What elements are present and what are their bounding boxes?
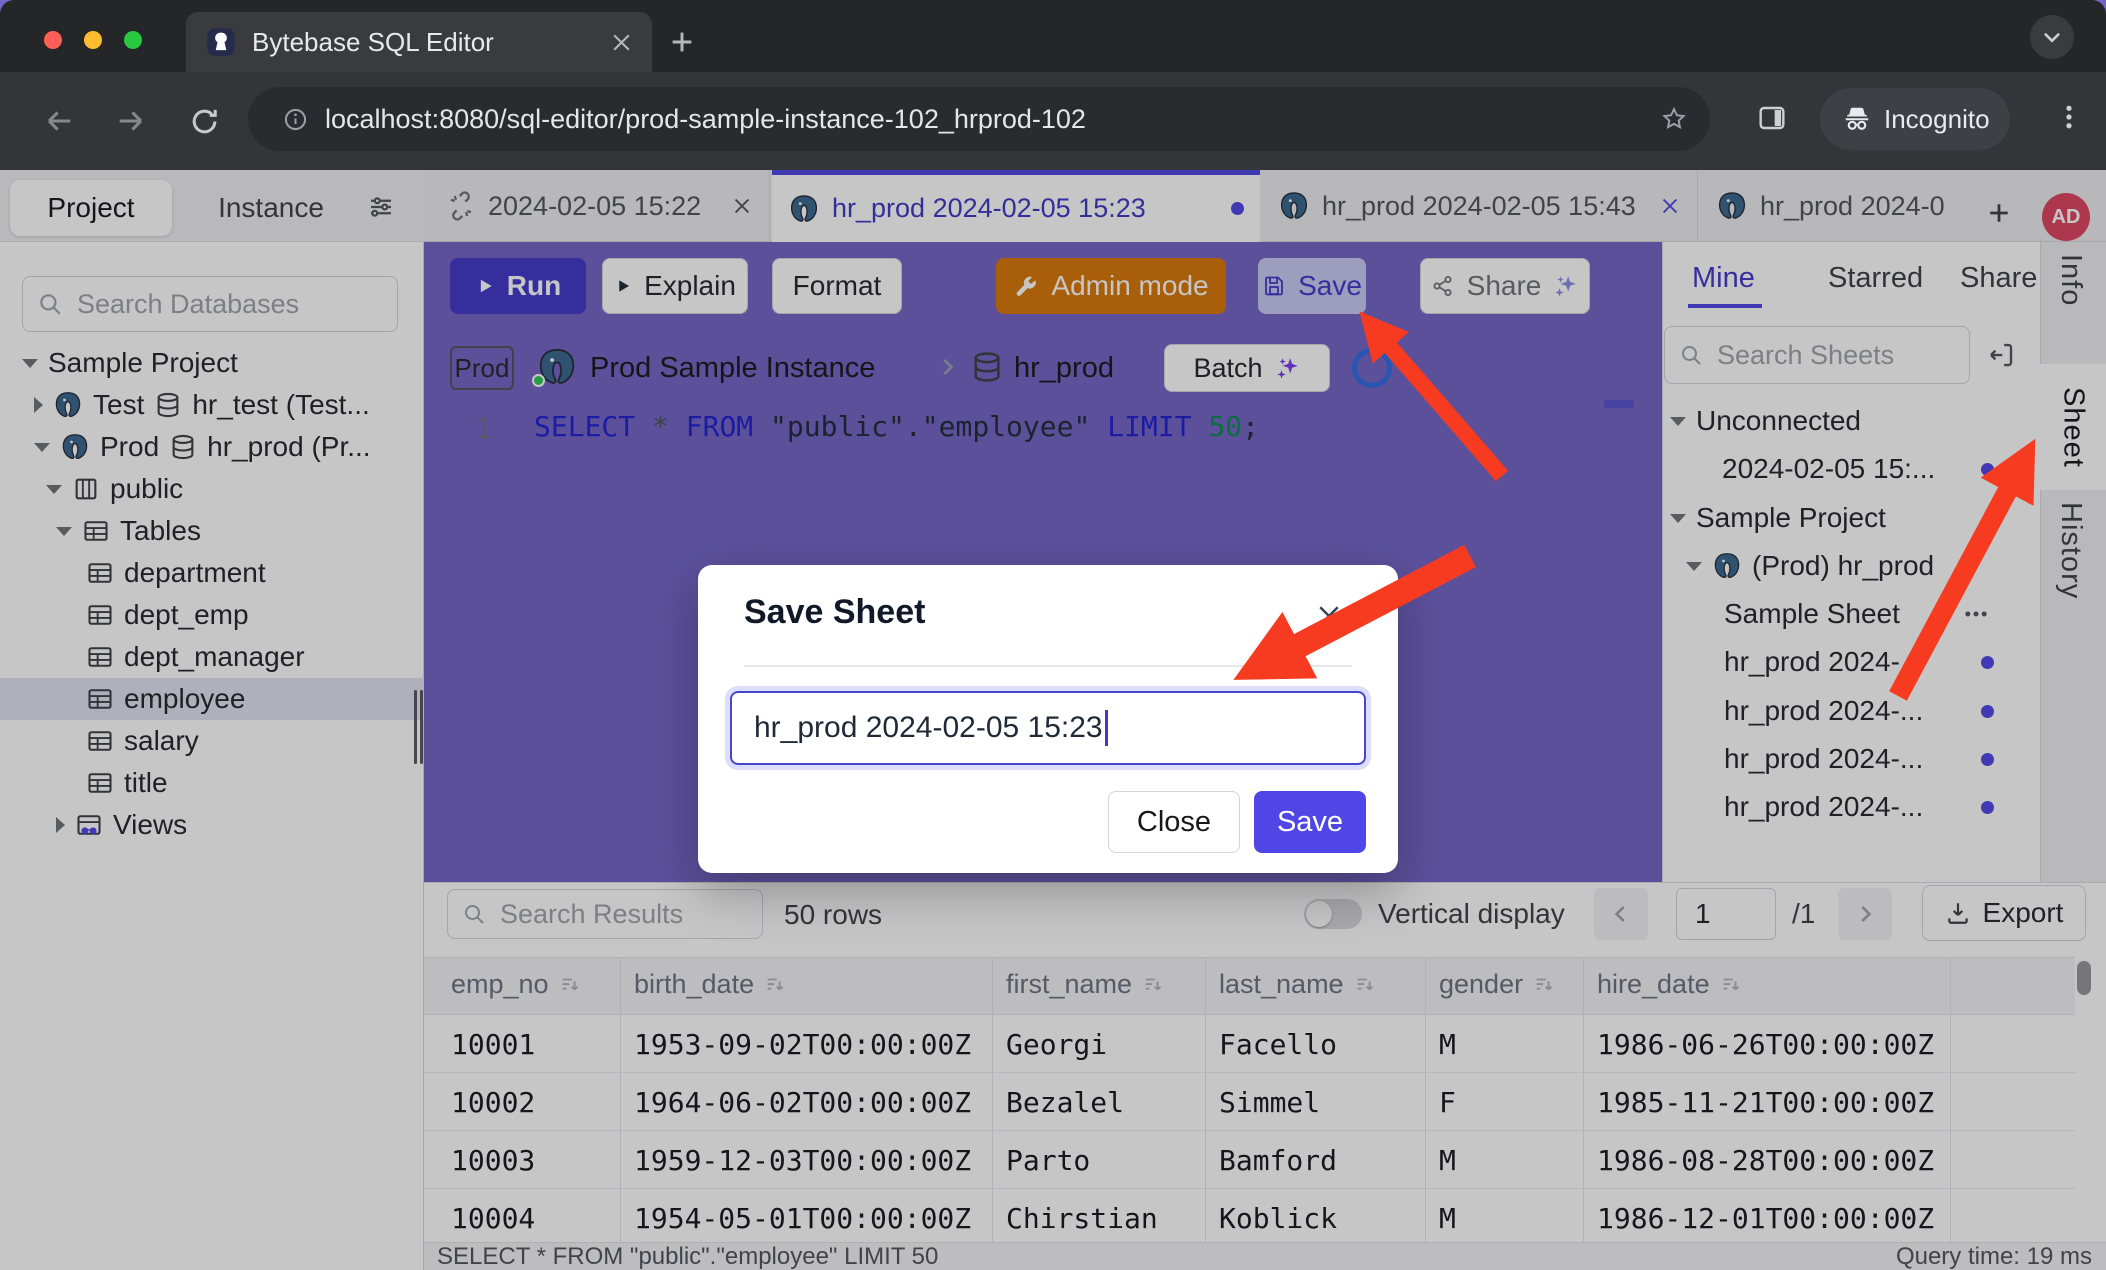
window-zoom-button[interactable] bbox=[124, 31, 142, 49]
new-tab-icon[interactable] bbox=[666, 26, 698, 58]
modal-close-button[interactable]: Close bbox=[1108, 791, 1240, 853]
incognito-badge: Incognito bbox=[1820, 88, 2010, 150]
browser-menu-icon[interactable] bbox=[2054, 102, 2084, 132]
back-icon[interactable] bbox=[42, 104, 76, 138]
save-sheet-modal: Save Sheet hr_prod 2024-02-05 15:23 Clos… bbox=[698, 565, 1398, 873]
chevron-down-icon bbox=[2039, 24, 2065, 50]
incognito-icon bbox=[1842, 104, 1872, 134]
forward-icon[interactable] bbox=[114, 104, 148, 138]
screen: Bytebase SQL Editor localhost:8080/sql-e… bbox=[0, 0, 2106, 1270]
window-minimize-button[interactable] bbox=[84, 31, 102, 49]
tab-search-button[interactable] bbox=[2030, 15, 2074, 59]
browser-tab[interactable]: Bytebase SQL Editor bbox=[186, 12, 652, 72]
side-panel-icon[interactable] bbox=[1756, 102, 1788, 134]
site-info-icon[interactable] bbox=[282, 106, 309, 133]
modal-divider bbox=[744, 665, 1352, 667]
text-caret bbox=[1105, 710, 1108, 746]
sheet-name-input[interactable]: hr_prod 2024-02-05 15:23 bbox=[730, 691, 1366, 765]
tab-close-icon[interactable] bbox=[609, 30, 634, 55]
url-bar[interactable]: localhost:8080/sql-editor/prod-sample-in… bbox=[248, 87, 1710, 151]
browser-tab-title: Bytebase SQL Editor bbox=[252, 27, 494, 58]
window-close-button[interactable] bbox=[44, 31, 62, 49]
reload-icon[interactable] bbox=[188, 105, 221, 138]
bytebase-favicon bbox=[206, 27, 236, 57]
url-text: localhost:8080/sql-editor/prod-sample-in… bbox=[325, 104, 1086, 135]
incognito-label: Incognito bbox=[1884, 104, 1990, 135]
modal-title: Save Sheet bbox=[744, 593, 925, 632]
close-icon[interactable] bbox=[1314, 601, 1344, 631]
bookmark-star-icon[interactable] bbox=[1660, 105, 1688, 133]
modal-save-button[interactable]: Save bbox=[1254, 791, 1366, 853]
